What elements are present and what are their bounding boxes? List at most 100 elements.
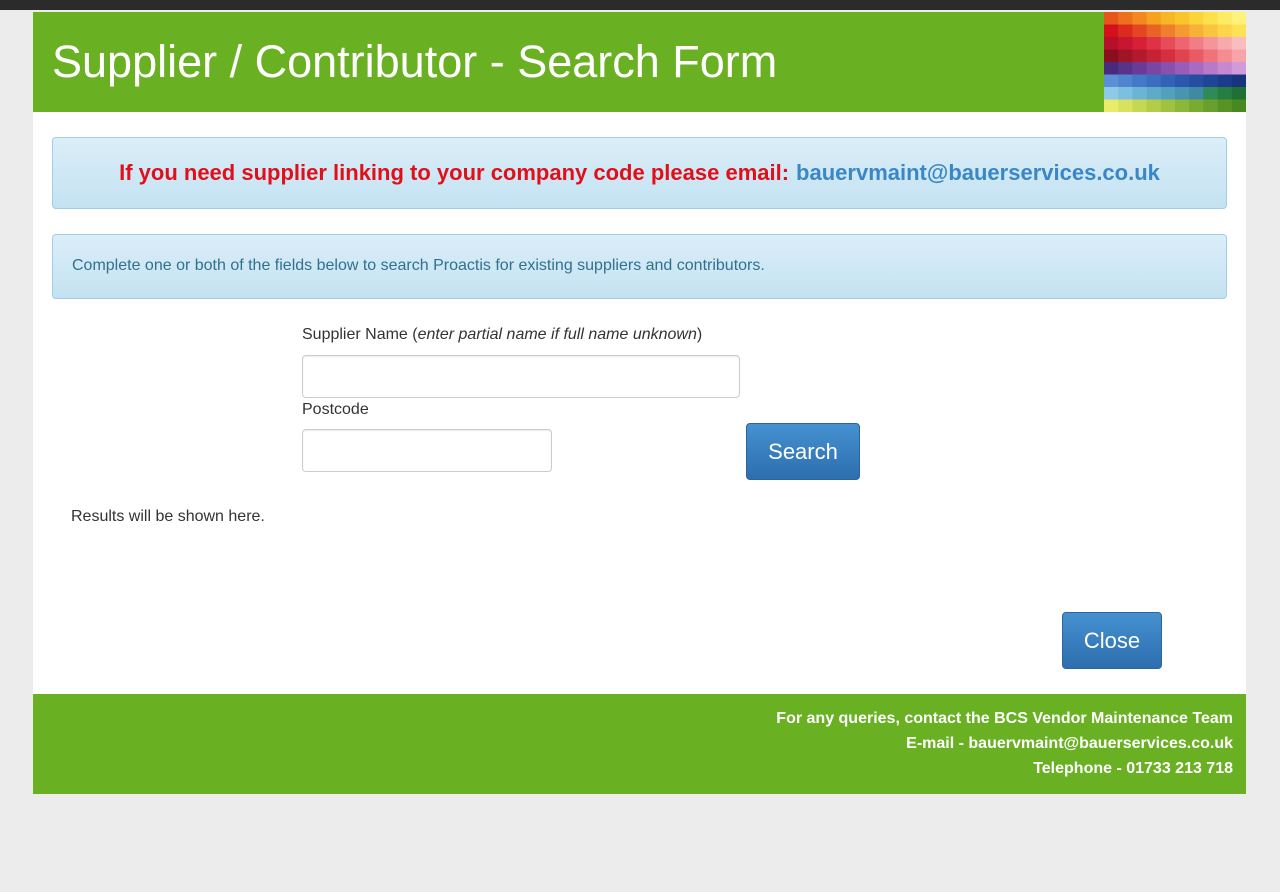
mosaic-tile [1118,74,1133,88]
mosaic-tile [1175,12,1190,25]
mosaic-tile [1104,37,1119,50]
mosaic-tile [1231,87,1246,100]
mosaic-tile [1146,99,1162,112]
mosaic-tile [1217,37,1233,50]
mosaic-tile [1146,62,1162,75]
modal-footer: For any queries, contact the BCS Vendor … [33,694,1246,794]
mosaic-tile [1189,74,1204,88]
mosaic-tile [1132,74,1147,88]
mosaic-tile [1175,37,1190,50]
mosaic-tile [1217,87,1233,100]
mosaic-tile [1231,74,1246,88]
mosaic-tile [1104,87,1119,100]
mosaic-tile [1146,24,1162,38]
mosaic-tile [1175,24,1190,38]
mosaic-tile [1160,62,1176,75]
mosaic-tile [1231,12,1246,25]
close-button[interactable]: Close [1062,612,1162,669]
mosaic-tile [1132,12,1147,25]
mosaic-tile [1104,74,1119,88]
mosaic-tile [1217,74,1233,88]
modal-header: Supplier / Contributor - Search Form [33,12,1246,112]
mosaic-tile [1132,24,1147,38]
footer-contact-line: For any queries, contact the BCS Vendor … [776,710,1233,727]
mosaic-tile [1118,87,1133,100]
postcode-input[interactable] [302,429,552,472]
mosaic-tile [1146,87,1162,100]
supplier-name-label: Supplier Name (enter partial name if ful… [302,326,702,344]
mosaic-tile [1203,37,1218,50]
mosaic-tile [1217,99,1233,112]
mosaic-tile [1203,24,1218,38]
mosaic-tile [1231,99,1246,112]
mosaic-tile [1104,24,1119,38]
supplier-name-label-close: ) [696,326,703,343]
mosaic-tile [1231,24,1246,38]
footer-telephone-line: Telephone - 01733 213 718 [1033,760,1233,777]
mosaic-tile [1231,49,1246,63]
mosaic-tile [1118,62,1133,75]
supplier-name-hint: enter partial name if full name unknown [417,326,697,343]
mosaic-tile [1160,99,1176,112]
postcode-label: Postcode [302,401,369,418]
mosaic-tile [1160,12,1176,25]
linking-email-link[interactable]: bauervmaint@bauerservices.co.uk [796,160,1160,186]
mosaic-tile [1132,37,1147,50]
mosaic-tile [1160,87,1176,100]
mosaic-tile [1146,37,1162,50]
mosaic-tile [1118,37,1133,50]
mosaic-tile [1146,12,1162,25]
mosaic-tile [1189,49,1204,63]
mosaic-tile [1104,99,1119,112]
instructions-alert: Complete one or both of the fields below… [52,234,1227,299]
supplier-name-input[interactable] [302,355,740,398]
mosaic-tile [1118,49,1133,63]
mosaic-tile [1104,62,1119,75]
mosaic-tile [1189,37,1204,50]
mosaic-tile [1231,37,1246,50]
mosaic-tile [1132,62,1147,75]
footer-email-line: E-mail - bauervmaint@bauerservices.co.uk [906,735,1233,752]
mosaic-tile [1203,49,1218,63]
mosaic-tile [1104,12,1119,25]
mosaic-tile [1175,99,1190,112]
mosaic-tile [1146,49,1162,63]
mosaic-tile [1132,87,1147,100]
supplier-linking-alert: If you need supplier linking to your com… [52,137,1227,209]
mosaic-tile [1175,62,1190,75]
instructions-text: Complete one or both of the fields below… [72,257,765,274]
color-mosaic-logo [1104,12,1246,112]
mosaic-tile [1217,62,1233,75]
mosaic-tile [1160,37,1176,50]
mosaic-tile [1203,74,1218,88]
mosaic-tile [1175,49,1190,63]
mosaic-tile [1118,99,1133,112]
mosaic-tile [1217,12,1233,25]
linking-message: If you need supplier linking to your com… [119,160,790,185]
mosaic-tile [1189,62,1204,75]
mosaic-tile [1231,62,1246,75]
mosaic-tile [1160,49,1176,63]
page-title: Supplier / Contributor - Search Form [52,36,778,87]
search-form-modal: Supplier / Contributor - Search Form If … [33,12,1246,794]
mosaic-tile [1175,87,1190,100]
mosaic-tile [1104,49,1119,63]
supplier-name-label-text: Supplier Name ( [302,326,418,343]
mosaic-tile [1217,49,1233,63]
search-button[interactable]: Search [746,423,860,480]
mosaic-tile [1160,74,1176,88]
mosaic-tile [1203,87,1218,100]
mosaic-tile [1203,12,1218,25]
mosaic-tile [1132,49,1147,63]
mosaic-tile [1203,62,1218,75]
mosaic-tile [1118,12,1133,25]
results-placeholder: Results will be shown here. [71,508,265,525]
mosaic-tile [1189,87,1204,100]
mosaic-tile [1203,99,1218,112]
mosaic-tile [1175,74,1190,88]
mosaic-tile [1189,24,1204,38]
mosaic-tile [1118,24,1133,38]
mosaic-tile [1189,12,1204,25]
mosaic-tile [1189,99,1204,112]
browser-top-bar [0,0,1280,10]
